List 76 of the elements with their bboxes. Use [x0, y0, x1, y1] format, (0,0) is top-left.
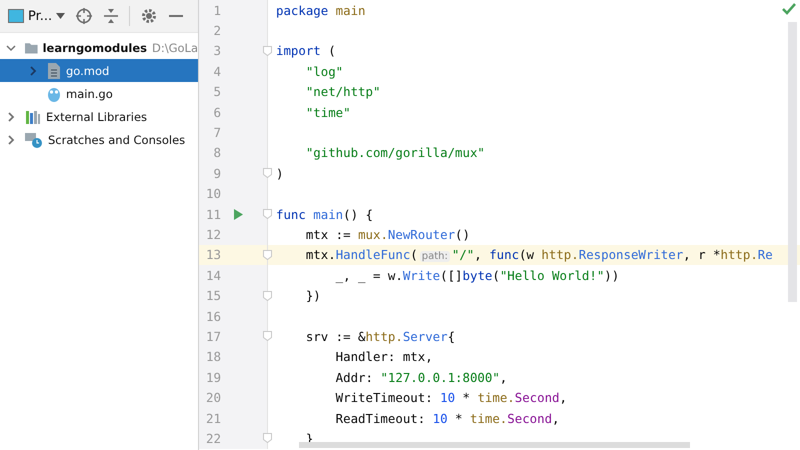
run-icon[interactable] — [233, 208, 243, 220]
code-line: mtx := mux.NewRouter() — [304, 226, 470, 242]
line-number: 19 — [204, 370, 221, 385]
line-number: 2 — [212, 23, 221, 38]
fold-icon[interactable] — [263, 290, 272, 301]
line-number: 12 — [204, 226, 221, 242]
code-line: srv := &http.Server{ — [304, 328, 456, 344]
code-line: ReadTimeout: 10 * time.Second, — [334, 410, 560, 426]
line-number: 10 — [204, 186, 221, 202]
window-icon — [8, 9, 24, 23]
dropdown-icon — [56, 13, 66, 19]
tree-item[interactable]: External Libraries — [0, 105, 198, 128]
line-number: 7 — [212, 125, 221, 140]
line-number: 11 — [204, 206, 221, 222]
tree-item[interactable]: go.mod — [0, 59, 198, 82]
locate-icon[interactable] — [75, 7, 94, 25]
fold-icon[interactable] — [263, 46, 272, 56]
code-line: "log" — [304, 64, 344, 79]
view-selector[interactable]: Pr... — [8, 8, 66, 24]
fold-icon[interactable] — [263, 168, 272, 178]
item-label: Scratches and Consoles — [48, 132, 186, 146]
tree-item[interactable]: learngomodules D:\GoLa — [0, 36, 198, 59]
check-icon — [782, 3, 796, 15]
line-number: 13 — [204, 247, 221, 262]
code-line: package main — [276, 2, 366, 18]
chevron-right-icon[interactable] — [6, 134, 16, 144]
code-line: ) — [276, 166, 284, 181]
chevron-down-icon[interactable] — [6, 42, 16, 52]
line-number: 17 — [204, 328, 221, 344]
line-number: 16 — [204, 308, 221, 324]
code-line: _, _ = w.Write([]byte("Hello World!")) — [334, 268, 620, 283]
line-number: 4 — [212, 64, 221, 79]
item-label: External Libraries — [46, 110, 148, 124]
fold-icon[interactable] — [263, 331, 272, 342]
item-label: learngomodules — [42, 40, 147, 54]
code-line: Handler: mtx, — [334, 349, 433, 364]
line-number: 3 — [212, 43, 221, 58]
scrollbar[interactable] — [299, 442, 690, 448]
code-line: "github.com/gorilla/mux" — [304, 145, 485, 160]
code-line: "time" — [304, 104, 351, 120]
view-label: Pr... — [28, 8, 52, 24]
line-number: 15 — [204, 288, 221, 304]
scrollbar[interactable] — [788, 22, 797, 302]
line-number: 21 — [204, 410, 221, 426]
line-number: 18 — [204, 349, 221, 364]
settings-icon[interactable] — [140, 7, 158, 25]
line-number: 14 — [204, 268, 221, 283]
fold-icon[interactable] — [263, 433, 272, 444]
chevron-right-icon[interactable] — [6, 112, 16, 122]
code-line: "net/http" — [304, 84, 380, 100]
line-number: 1 — [212, 2, 221, 18]
code-line: func main() { — [276, 206, 373, 222]
line-number: 20 — [204, 390, 221, 406]
line-number: 8 — [212, 145, 221, 160]
code-line: import ( — [276, 43, 336, 58]
library-icon — [25, 110, 41, 124]
code-line: }) — [304, 288, 321, 304]
path-hint: D:\GoLa — [152, 40, 198, 54]
fold-icon[interactable] — [263, 250, 272, 260]
line-number: 22 — [204, 430, 221, 446]
tree-item[interactable]: main.go — [0, 82, 198, 105]
line-number: 6 — [212, 104, 221, 120]
fold-icon[interactable] — [263, 209, 272, 220]
collapse-icon[interactable] — [103, 7, 120, 25]
scratch-icon — [25, 132, 43, 148]
file-icon — [47, 62, 61, 78]
code-line: Addr: "127.0.0.1:8000", — [334, 370, 508, 385]
item-label: main.go — [66, 86, 113, 100]
tree-item[interactable]: Scratches and Consoles — [0, 128, 198, 151]
chevron-right-icon[interactable] — [28, 66, 38, 76]
line-number: 9 — [212, 166, 221, 181]
code-line: WriteTimeout: 10 * time.Second, — [334, 390, 567, 406]
code-line: mtx.HandleFunc( path: "/", func(w http.ResponseWriter, r *http.Re — [304, 247, 773, 262]
line-number: 5 — [212, 84, 221, 100]
folder-icon — [25, 40, 38, 54]
item-label: go.mod — [66, 64, 110, 78]
